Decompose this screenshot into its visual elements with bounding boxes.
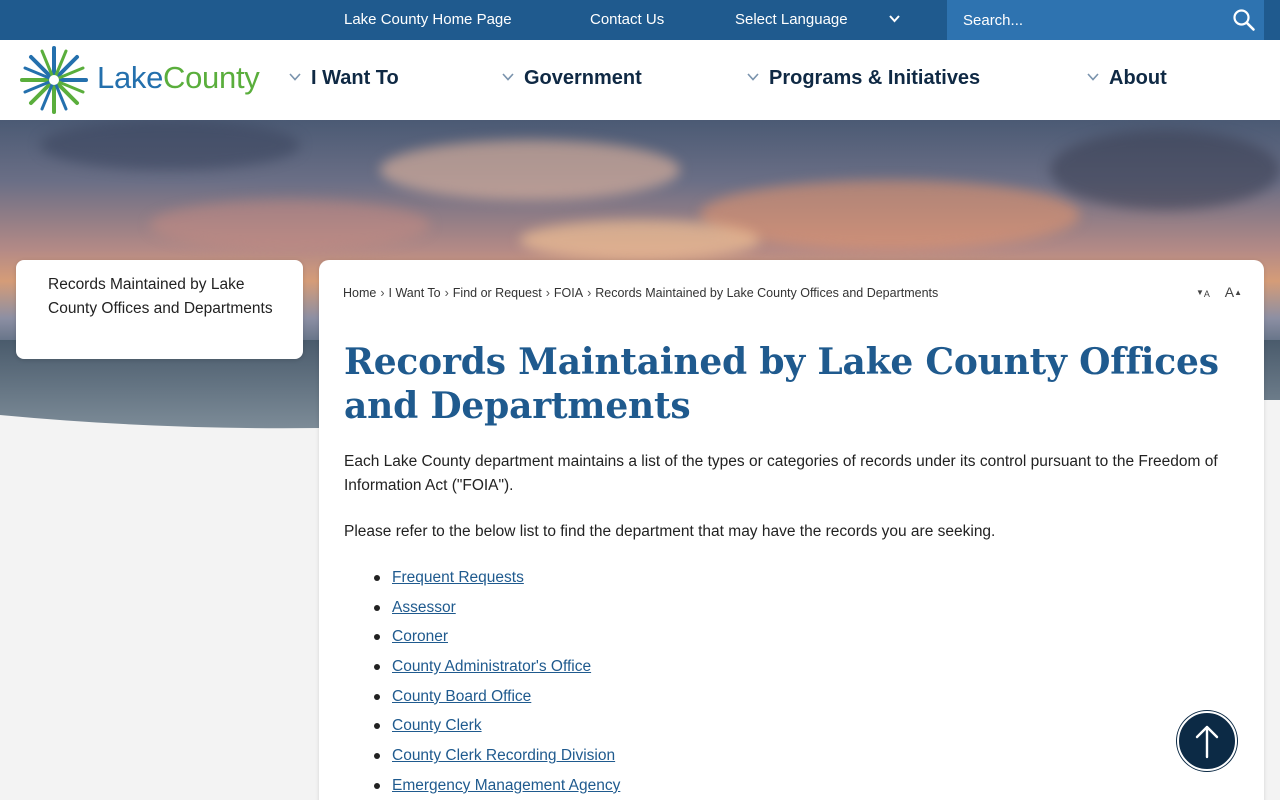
list-item: Emergency Management Agency [373, 774, 620, 800]
department-link[interactable]: County Clerk Recording Division [392, 747, 615, 764]
breadcrumb-find-or-request[interactable]: Find or Request [453, 286, 542, 300]
language-select[interactable]: Select Language [720, 0, 908, 40]
nav-i-want-to[interactable]: I Want To [289, 40, 399, 120]
breadcrumb-separator: › [380, 286, 385, 300]
page-title: Records Maintained by Lake County Office… [344, 341, 1219, 427]
breadcrumb-current: Records Maintained by Lake County Office… [595, 286, 939, 300]
list-item: County Clerk [373, 714, 620, 744]
list-item: Coroner [373, 625, 620, 655]
nav-government[interactable]: Government [502, 40, 642, 120]
sidebar-item-records[interactable]: Records Maintained by Lake County Office… [48, 273, 283, 321]
list-item: Frequent Requests [373, 566, 620, 596]
search-input[interactable] [947, 0, 1217, 40]
list-item: County Board Office [373, 685, 620, 715]
nav-programs-initiatives[interactable]: Programs & Initiatives [747, 40, 980, 120]
increase-font-button[interactable]: A▲ [1225, 284, 1242, 300]
chevron-down-icon [889, 0, 900, 40]
home-page-link[interactable]: Lake County Home Page [344, 0, 512, 40]
department-link[interactable]: County Clerk [392, 717, 482, 734]
breadcrumb-i-want-to[interactable]: I Want To [389, 286, 441, 300]
nav-label: Government [524, 67, 642, 89]
breadcrumb-home[interactable]: Home [343, 286, 376, 300]
nav-label: Programs & Initiatives [769, 67, 981, 89]
department-link[interactable]: Emergency Management Agency [392, 777, 620, 794]
chevron-down-icon [289, 70, 301, 84]
department-list: Frequent Requests Assessor Coroner Count… [373, 566, 620, 800]
logo-word-county: County [163, 60, 260, 95]
breadcrumb: Home › I Want To › Find or Request › FOIA › Reco… [343, 286, 938, 300]
department-link[interactable]: Assessor [392, 599, 456, 616]
breadcrumb-separator: › [444, 286, 449, 300]
department-link[interactable]: Frequent Requests [392, 569, 524, 586]
search-box [947, 0, 1264, 40]
caret-up-icon: ▲ [1234, 288, 1242, 297]
instruction-paragraph: Please refer to the below list to find t… [344, 523, 996, 540]
list-item: County Clerk Recording Division [373, 744, 620, 774]
breadcrumb-foia[interactable]: FOIA [554, 286, 583, 300]
language-select-label: Select Language [735, 11, 848, 28]
chevron-down-icon [502, 70, 514, 84]
utility-bar: Lake County Home Page Contact Us Select … [0, 0, 1280, 40]
lake-county-logo[interactable]: LakeCounty [20, 46, 270, 114]
contact-us-link[interactable]: Contact Us [590, 0, 664, 40]
department-link[interactable]: County Administrator's Office [392, 658, 591, 675]
arrow-up-icon [1195, 725, 1219, 759]
sidebar-current-page: Records Maintained by Lake County Office… [16, 260, 303, 359]
nav-label: About [1109, 67, 1167, 89]
breadcrumb-separator: › [587, 286, 592, 300]
logo-wordmark: LakeCounty [97, 60, 260, 96]
increase-font-label: A [1224, 284, 1235, 300]
department-link[interactable]: County Board Office [392, 688, 531, 705]
caret-down-icon: ▼ [1196, 288, 1204, 297]
logo-word-lake: Lake [97, 60, 164, 95]
list-item: Assessor [373, 596, 620, 626]
decrease-font-label: A [1203, 289, 1210, 299]
site-header: LakeCounty I Want To Government Programs… [0, 40, 1280, 120]
list-item: County Administrator's Office [373, 655, 620, 685]
main-content-card: Home › I Want To › Find or Request › FOIA › Reco… [319, 260, 1264, 800]
breadcrumb-separator: › [545, 286, 550, 300]
intro-paragraph: Each Lake County department maintains a … [344, 453, 1218, 494]
back-to-top-button[interactable] [1177, 711, 1237, 771]
nav-label: I Want To [311, 67, 399, 89]
search-icon[interactable] [1232, 8, 1256, 32]
font-size-controls: ▼A A▲ [1196, 284, 1242, 300]
department-link[interactable]: Coroner [392, 628, 448, 645]
chevron-down-icon [1087, 70, 1099, 84]
nav-about[interactable]: About [1087, 40, 1167, 120]
lake-county-logo-icon [20, 46, 88, 114]
chevron-down-icon [747, 70, 759, 84]
decrease-font-button[interactable]: ▼A [1196, 284, 1210, 300]
